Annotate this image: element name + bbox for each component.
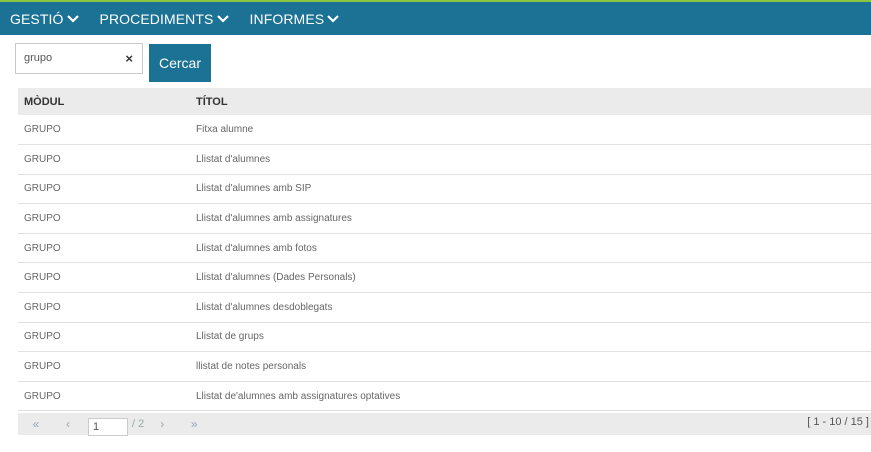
nav-informes-label: INFORMES [249,10,325,27]
table-row[interactable]: GRUPO Llistat d'alumnes [18,145,871,175]
search-row: × Cercar [0,35,871,82]
last-page-button[interactable]: » [180,413,208,435]
first-page-button[interactable]: « [22,413,50,435]
nav-procediments[interactable]: PROCEDIMENTS [100,11,230,27]
cell-titol: Llistat d'alumnes amb fotos [196,242,317,254]
column-header-titol[interactable]: TÍTOL [190,88,871,115]
cell-titol: Llistat d'alumnes (Dades Personals) [196,272,356,284]
search-input[interactable] [24,52,114,64]
chevron-down-icon [326,14,340,24]
page-number-input[interactable] [88,418,128,437]
nav-gestio[interactable]: GESTIÓ [10,11,80,27]
table-row[interactable]: GRUPO Llistat de'alumnes amb assignatures… [18,381,871,411]
table-row[interactable]: GRUPO Llistat de grups [18,322,871,352]
table-row[interactable]: GRUPO Llistat d'alumnes amb assignatures [18,204,871,234]
cell-titol: Llistat d'alumnes amb assignatures [196,213,352,225]
cell-modul: GRUPO [24,242,61,254]
nav-gestio-label: GESTIÓ [10,10,64,27]
cell-titol: Llistat d'alumnes [196,153,271,165]
cell-modul: GRUPO [24,183,61,195]
cell-modul: GRUPO [24,301,61,313]
table-header-row: MÒDUL TÍTOL [18,88,871,115]
table-row[interactable]: GRUPO Llistat d'alumnes amb fotos [18,233,871,263]
chevron-down-icon [216,14,230,24]
cell-titol: Llistat d'alumnes amb SIP [196,183,312,195]
page-total: / 2 [132,418,145,431]
cell-titol: Llistat de'alumnes amb assignatures opta… [196,390,401,402]
chevron-down-icon [66,14,80,24]
cell-titol: llistat de notes personals [196,361,307,373]
cell-titol: Fitxa alumne [196,124,254,136]
cell-modul: GRUPO [24,390,61,402]
cell-titol: Llistat d'alumnes desdoblegats [196,301,333,313]
table-row[interactable]: GRUPO Fitxa alumne [18,115,871,145]
cell-modul: GRUPO [24,361,61,373]
next-page-button[interactable]: › [148,413,176,435]
nav-informes[interactable]: INFORMES [250,11,341,27]
cell-modul: GRUPO [24,124,61,136]
nav-procediments-label: PROCEDIMENTS [99,10,214,27]
prev-page-button[interactable]: ‹ [54,413,82,435]
search-button[interactable]: Cercar [149,44,211,82]
table-row[interactable]: GRUPO Llistat d'alumnes desdoblegats [18,293,871,323]
cell-modul: GRUPO [24,331,61,343]
cell-modul: GRUPO [24,272,61,284]
column-header-modul[interactable]: MÒDUL [18,88,190,115]
table-row[interactable]: GRUPO Llistat d'alumnes (Dades Personals) [18,263,871,293]
pagination-bar: « ‹ / 2 › » [ 1 - 10 / 15 ] [18,413,871,437]
clear-icon[interactable]: × [125,51,133,66]
table-row[interactable]: GRUPO llistat de notes personals [18,352,871,382]
cell-titol: Llistat de grups [196,331,264,343]
cell-modul: GRUPO [24,153,61,165]
record-range: [ 1 - 10 / 15 ] [807,416,869,429]
results-table: MÒDUL TÍTOL GRUPO Fitxa alumne GRUPO Llist… [18,88,871,411]
top-navbar: GESTIÓ PROCEDIMENTS INFORMES [0,2,871,35]
cell-modul: GRUPO [24,213,61,225]
table-row[interactable]: GRUPO Llistat d'alumnes amb SIP [18,174,871,204]
search-box: × [15,42,143,74]
